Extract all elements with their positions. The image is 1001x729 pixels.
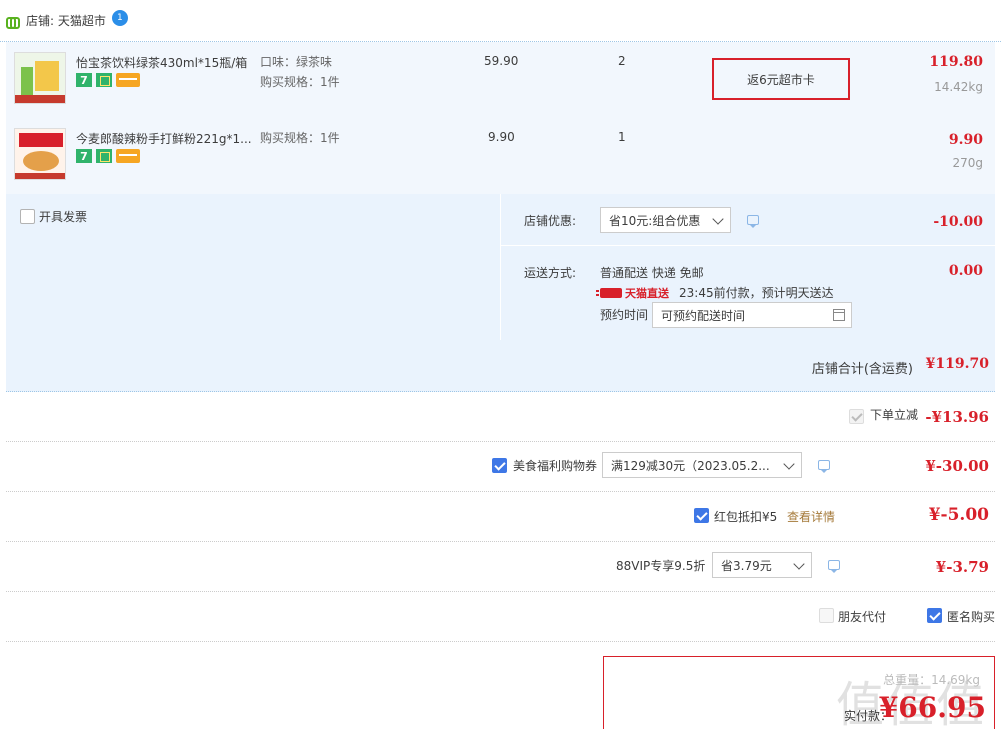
redpacket-amount: ¥-5.00 bbox=[928, 505, 989, 525]
total-weight: 总重量：14.69kg bbox=[883, 673, 980, 687]
service-badges: 7 bbox=[76, 73, 140, 87]
coupon-value: 满129减30元（2023.05.2... bbox=[611, 458, 770, 473]
info-bubble-icon[interactable] bbox=[828, 560, 840, 573]
store-discount-value: 省10元:组合优惠 bbox=[609, 213, 701, 228]
coupon-row: 美食福利购物券 满129减30元（2023.05.2... ¥-30.00 bbox=[6, 442, 995, 492]
anonymous-label: 匿名购买 bbox=[947, 610, 996, 624]
friend-pay-label: 朋友代付 bbox=[838, 610, 887, 624]
item-flavor: 口味：绿茶味 bbox=[260, 55, 333, 69]
item-subtotal: 119.80 bbox=[929, 54, 983, 70]
item-weight: 270g bbox=[952, 156, 983, 170]
redpacket-details-link[interactable]: 查看详情 bbox=[787, 508, 835, 525]
chevron-down-icon bbox=[712, 213, 724, 225]
store-total-bar: 店铺合计(含运费) ¥119.70 bbox=[6, 340, 995, 392]
item-sku: 口味：绿茶味 购买规格：1件 bbox=[260, 52, 340, 92]
vip-amount: ¥-3.79 bbox=[935, 558, 989, 576]
item-price: 59.90 bbox=[484, 54, 519, 68]
item-title[interactable]: 怡宝茶饮料绿茶430ml*15瓶/箱 bbox=[76, 54, 256, 71]
item-title[interactable]: 今麦郎酸辣粉手打鲜粉221g*1... bbox=[76, 130, 256, 147]
friend-pay-checkbox[interactable] bbox=[819, 608, 834, 623]
store-discount-select[interactable]: 省10元:组合优惠 bbox=[600, 207, 731, 233]
vip-select[interactable]: 省3.79元 bbox=[712, 552, 812, 578]
coupon-checkbox[interactable] bbox=[492, 458, 507, 473]
product-image[interactable] bbox=[14, 52, 66, 104]
tmall-direct-label: 天猫直送 bbox=[625, 286, 669, 300]
item-price: 9.90 bbox=[488, 130, 515, 144]
redpacket-label: 红包抵扣¥5 bbox=[714, 510, 778, 524]
store-name[interactable]: 店铺: 天猫超市 bbox=[26, 12, 106, 29]
redpacket-row: 红包抵扣¥5 查看详情 ¥-5.00 bbox=[6, 492, 995, 542]
list-item: 今麦郎酸辣粉手打鲜粉221g*1... 7 购买规格：1件 9.90 1 9.9… bbox=[6, 118, 995, 194]
store-discount-label: 店铺优惠: bbox=[524, 214, 577, 228]
shipping-amount: 0.00 bbox=[948, 263, 983, 279]
calendar-icon[interactable] bbox=[833, 309, 845, 321]
shipping-method: 普通配送 快递 免邮 bbox=[600, 266, 704, 280]
info-bubble-icon[interactable] bbox=[818, 460, 830, 473]
shipping-label: 运送方式: bbox=[524, 266, 577, 280]
pay-amount: ¥66.95 bbox=[878, 691, 986, 724]
shipping-eta-row: 天猫直送 23:45前付款，预计明天送达 bbox=[596, 284, 834, 301]
instant-discount-label: 下单立减 bbox=[870, 408, 919, 422]
item-spec: 购买规格：1件 bbox=[260, 131, 340, 145]
info-bubble-icon[interactable] bbox=[747, 215, 759, 228]
reserve-time-input[interactable]: 可预约配送时间 bbox=[652, 302, 852, 328]
item-quantity: 2 bbox=[618, 54, 626, 68]
gift-icon[interactable] bbox=[96, 149, 112, 163]
coupon-select[interactable]: 满129减30元（2023.05.2... bbox=[602, 452, 802, 478]
invoice-label: 开具发票 bbox=[39, 210, 88, 224]
gift-icon[interactable] bbox=[96, 73, 112, 87]
item-subtotal: 9.90 bbox=[948, 132, 983, 148]
invoice-option[interactable]: 开具发票 bbox=[20, 208, 87, 225]
item-sku: 购买规格：1件 bbox=[260, 128, 340, 148]
invoice-checkbox[interactable] bbox=[20, 209, 35, 224]
instant-discount-row: 下单立减 -¥13.96 bbox=[6, 392, 995, 442]
item-weight: 14.42kg bbox=[934, 80, 983, 94]
wangwang-chat-icon[interactable]: 1 bbox=[111, 9, 128, 26]
item-spec: 购买规格：1件 bbox=[260, 75, 340, 89]
store-total-amount: ¥119.70 bbox=[925, 356, 989, 372]
store-options-panel: 开具发票 店铺优惠: 省10元:组合优惠 -10.00 运送方式: 普通配送 快… bbox=[6, 194, 995, 340]
divider bbox=[500, 245, 995, 246]
instant-discount-amount: -¥13.96 bbox=[925, 408, 989, 426]
store-total-label: 店铺合计(含运费) bbox=[811, 362, 913, 377]
card-icon[interactable] bbox=[116, 73, 140, 87]
vip-label: 88VIP专享9.5折 bbox=[616, 559, 706, 573]
order-options-row: 朋友代付 匿名购买 bbox=[6, 592, 995, 642]
seven-day-return-icon[interactable]: 7 bbox=[76, 149, 92, 163]
redpacket-checkbox[interactable] bbox=[694, 508, 709, 523]
coupon-label: 美食福利购物券 bbox=[513, 459, 598, 473]
rebate-note: 返6元超市卡 bbox=[712, 58, 850, 100]
payment-summary: 值值值 总重量：14.69kg 实付款： ¥66.95 bbox=[603, 656, 995, 729]
anonymous-checkbox[interactable] bbox=[927, 608, 942, 623]
vip-value: 省3.79元 bbox=[721, 558, 772, 573]
instant-discount-checkbox bbox=[849, 409, 864, 424]
vip-row: 88VIP专享9.5折 省3.79元 ¥-3.79 bbox=[6, 542, 995, 592]
product-image[interactable] bbox=[14, 128, 66, 180]
service-badges: 7 bbox=[76, 149, 140, 163]
shipping-eta: 23:45前付款，预计明天送达 bbox=[679, 286, 834, 300]
item-quantity: 1 bbox=[618, 130, 626, 144]
divider bbox=[500, 194, 501, 340]
chevron-down-icon bbox=[783, 458, 795, 470]
noodle-product-thumbnail bbox=[15, 129, 65, 179]
card-icon[interactable] bbox=[116, 149, 140, 163]
tmall-direct-badge: 天猫直送 bbox=[596, 285, 669, 301]
chevron-down-icon bbox=[793, 558, 805, 570]
store-icon bbox=[6, 16, 20, 29]
tea-product-thumbnail bbox=[15, 53, 65, 103]
store-discount-amount: -10.00 bbox=[933, 214, 983, 230]
reserve-placeholder: 可预约配送时间 bbox=[661, 308, 746, 323]
reserve-label: 预约时间 bbox=[600, 308, 649, 322]
tmall-logo-icon bbox=[596, 287, 622, 298]
seven-day-return-icon[interactable]: 7 bbox=[76, 73, 92, 87]
store-header: 店铺: 天猫超市 1 bbox=[0, 0, 1001, 42]
coupon-amount: ¥-30.00 bbox=[925, 457, 989, 475]
